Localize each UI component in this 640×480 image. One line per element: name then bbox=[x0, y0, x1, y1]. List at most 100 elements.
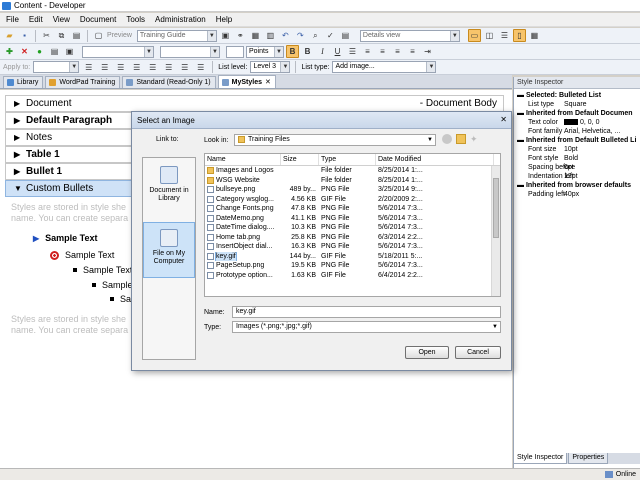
file-row[interactable]: WSG Website File folder 8/25/2014 1:... bbox=[205, 176, 500, 186]
tab-library[interactable]: Library bbox=[3, 76, 44, 88]
layout-single-icon[interactable]: ▭ bbox=[467, 29, 481, 42]
dialog-close-icon[interactable]: ✕ bbox=[500, 115, 507, 124]
redo-icon[interactable]: ↷ bbox=[294, 29, 307, 42]
file-row[interactable]: Home tab.png 25.8 KB PNG File 6/3/2014 2:2.… bbox=[205, 233, 500, 243]
tab-style-inspector[interactable]: Style Inspector bbox=[513, 453, 568, 464]
tab-standard[interactable]: Standard (Read-Only 1) bbox=[122, 76, 216, 88]
new-folder-icon[interactable]: ✦ bbox=[470, 134, 480, 144]
document-combo[interactable]: Training Guide ▼ bbox=[136, 29, 217, 42]
up-folder-icon[interactable] bbox=[456, 134, 466, 144]
layout-list-icon[interactable]: ☰ bbox=[498, 29, 511, 42]
style-combo[interactable]: ▼ bbox=[82, 45, 154, 58]
file-row[interactable]: DateMemo.png 41.1 KB PNG File 5/6/2014 7:3.… bbox=[205, 214, 500, 224]
bold-outline-icon[interactable]: B bbox=[301, 45, 314, 58]
find-icon[interactable]: ⌕ bbox=[309, 29, 322, 42]
tab-properties[interactable]: Properties bbox=[568, 453, 609, 464]
column-date-modified[interactable]: Date Modified bbox=[376, 154, 494, 165]
list-icon[interactable]: ☰ bbox=[130, 61, 143, 74]
save-icon[interactable]: ▪ bbox=[18, 29, 31, 42]
file-row[interactable]: key.gif 144 by... GIF File 5/18/2011 5:... bbox=[205, 251, 500, 261]
layout-split-icon[interactable]: ◫ bbox=[483, 29, 496, 42]
justify-icon[interactable]: ≡ bbox=[406, 45, 419, 58]
menu-administration[interactable]: Administration bbox=[155, 15, 206, 24]
menu-help[interactable]: Help bbox=[216, 15, 232, 24]
font-size-combo[interactable] bbox=[226, 45, 244, 58]
list-type-combo[interactable]: Add image... ▼ bbox=[332, 61, 437, 73]
spell-icon[interactable]: ✓ bbox=[324, 29, 337, 42]
expand-arrow-icon[interactable]: ▶ bbox=[14, 167, 26, 176]
preview-button[interactable]: Preview bbox=[107, 32, 132, 39]
align-right-icon[interactable]: ≡ bbox=[391, 45, 404, 58]
image-icon[interactable]: ▣ bbox=[219, 29, 232, 42]
close-icon[interactable]: ✕ bbox=[265, 77, 271, 88]
list-icon[interactable]: ☰ bbox=[194, 61, 207, 74]
view-combo[interactable]: Details view ▼ bbox=[359, 29, 460, 42]
align-center-icon[interactable]: ≡ bbox=[376, 45, 389, 58]
expand-arrow-icon[interactable]: ▶ bbox=[14, 99, 26, 108]
file-row[interactable]: Category wsglog... 4.56 KB GIF File 2/20/20… bbox=[205, 195, 500, 205]
file-type-combo[interactable]: Images (*.png;*.jpg;*.gif) ▼ bbox=[232, 321, 501, 333]
column-type[interactable]: Type bbox=[319, 154, 376, 165]
menu-tools[interactable]: Tools bbox=[126, 15, 145, 24]
cut-icon[interactable]: ✂ bbox=[40, 29, 53, 42]
list-icon[interactable]: ☰ bbox=[98, 61, 111, 74]
place-document-in-library[interactable]: Document in Library bbox=[143, 160, 195, 216]
file-list-scrollbar[interactable] bbox=[491, 166, 500, 296]
file-row[interactable]: PageSetup.png 19.5 KB PNG File 5/6/2014 7:3… bbox=[205, 261, 500, 271]
file-row[interactable]: bullseye.png 489 by... PNG File 3/25/2014 9… bbox=[205, 185, 500, 195]
cancel-button[interactable]: Cancel bbox=[455, 346, 501, 359]
back-icon[interactable] bbox=[442, 134, 452, 144]
chart-icon[interactable]: ▥ bbox=[264, 29, 277, 42]
file-row[interactable]: InsertObject dial... 16.3 KB PNG File 5/6/2… bbox=[205, 242, 500, 252]
link-icon[interactable]: ⚭ bbox=[234, 29, 247, 42]
list-icon[interactable]: ☰ bbox=[162, 61, 175, 74]
menu-edit[interactable]: Edit bbox=[29, 15, 43, 24]
file-name-input[interactable]: key.gif bbox=[232, 306, 501, 318]
layout-detail-icon[interactable]: ▯ bbox=[512, 29, 526, 42]
style-row-document[interactable]: ▶ Document - Document Body bbox=[5, 95, 504, 112]
indent-icon[interactable]: ⇥ bbox=[421, 45, 434, 58]
styles-icon[interactable]: ▣ bbox=[63, 45, 76, 58]
expand-arrow-icon[interactable]: ▶ bbox=[14, 133, 26, 142]
menu-document[interactable]: Document bbox=[80, 15, 116, 24]
font-size-unit-combo[interactable]: Points ▼ bbox=[246, 45, 284, 58]
list-icon[interactable]: ☰ bbox=[146, 61, 159, 74]
font-combo[interactable]: ▼ bbox=[160, 45, 220, 58]
menu-file[interactable]: File bbox=[6, 15, 19, 24]
underline-icon[interactable]: U bbox=[331, 45, 344, 58]
undo-icon[interactable]: ↶ bbox=[279, 29, 292, 42]
expand-arrow-icon[interactable]: ▶ bbox=[14, 150, 26, 159]
open-button[interactable]: Open bbox=[405, 346, 449, 359]
preview-icon[interactable]: ▢ bbox=[92, 29, 105, 42]
apply-to-combo[interactable]: ▼ bbox=[33, 61, 80, 73]
tab-mystyles[interactable]: MyStyles ✕ bbox=[217, 75, 276, 88]
list-level-combo[interactable]: Level 3 ▼ bbox=[250, 61, 291, 73]
align-left-icon[interactable]: ≡ bbox=[361, 45, 374, 58]
collapse-arrow-icon[interactable]: ▼ bbox=[14, 184, 26, 193]
look-in-combo[interactable]: Training Files ▼ bbox=[234, 134, 436, 146]
file-row[interactable]: DateTime dialog.... 10.3 KB PNG File 5/6/20… bbox=[205, 223, 500, 233]
add-icon[interactable]: ✚ bbox=[3, 45, 16, 58]
paste-icon[interactable]: ▤ bbox=[70, 29, 83, 42]
expand-arrow-icon[interactable]: ▶ bbox=[14, 116, 26, 125]
menu-view[interactable]: View bbox=[53, 15, 70, 24]
column-size[interactable]: Size bbox=[281, 154, 319, 165]
bullet-list-icon[interactable]: ☰ bbox=[346, 45, 359, 58]
tab-wordpad-training[interactable]: WordPad Training bbox=[45, 76, 121, 88]
accept-icon[interactable]: ● bbox=[33, 45, 46, 58]
properties-icon[interactable]: ▤ bbox=[48, 45, 61, 58]
bold-icon[interactable]: B bbox=[286, 45, 299, 58]
italic-icon[interactable]: I bbox=[316, 45, 329, 58]
list-icon[interactable]: ☰ bbox=[82, 61, 95, 74]
copy-icon[interactable]: ⧉ bbox=[55, 29, 68, 42]
list-icon[interactable]: ☰ bbox=[114, 61, 127, 74]
delete-icon[interactable]: ✕ bbox=[18, 45, 31, 58]
table-icon[interactable]: ▦ bbox=[249, 29, 262, 42]
file-row[interactable]: Prototype option... 1.63 KB GIF File 6/4/20… bbox=[205, 271, 500, 281]
column-name[interactable]: Name bbox=[205, 154, 281, 165]
layout-grid-icon[interactable]: ▦ bbox=[528, 29, 541, 42]
place-file-on-my-computer[interactable]: File on My Computer bbox=[143, 222, 195, 278]
file-row[interactable]: Images and Logos File folder 8/25/2014 1:.… bbox=[205, 166, 500, 176]
clipboard-icon[interactable]: ▤ bbox=[339, 29, 352, 42]
file-row[interactable]: Change Fonts.png 47.8 KB PNG File 5/6/2014 … bbox=[205, 204, 500, 214]
